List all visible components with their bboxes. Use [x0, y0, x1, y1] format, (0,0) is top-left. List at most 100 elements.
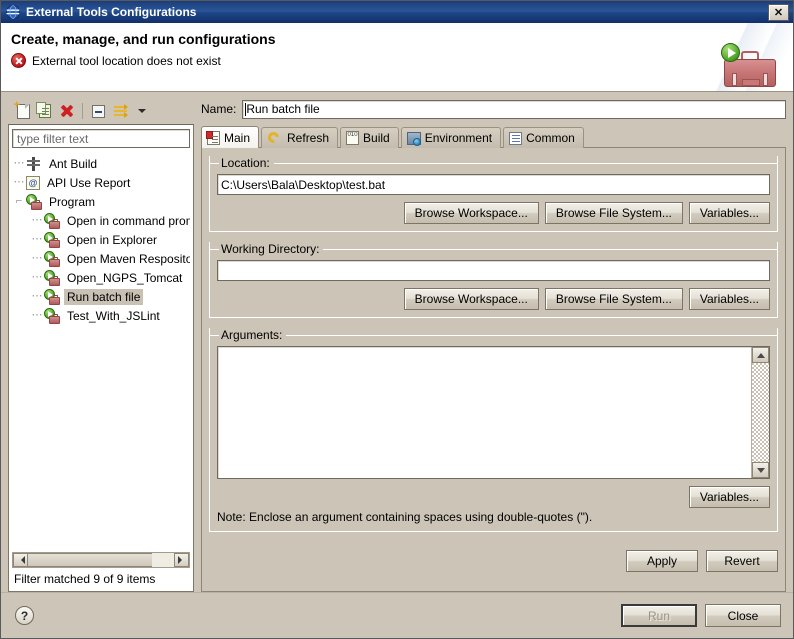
ant-build-icon — [26, 156, 42, 172]
program-launch-icon — [44, 212, 60, 229]
dialog-content: type filter text ⋯ Ant Build ⋯ @ API Use… — [1, 92, 793, 592]
tree-item-label: Open in Explorer — [67, 232, 158, 247]
chevron-down-icon[interactable] — [131, 100, 153, 122]
external-tools-toolbox-icon — [721, 43, 776, 87]
tab-common[interactable]: Common — [503, 127, 584, 148]
working-directory-input[interactable] — [217, 260, 770, 281]
tree-horizontal-scrollbar[interactable] — [12, 552, 190, 568]
filter-input[interactable]: type filter text — [12, 129, 190, 148]
tree-item-open-in-explorer[interactable]: ⋯ Open in Explorer — [12, 230, 190, 249]
tree-footer: Filter matched 9 of 9 items — [12, 550, 190, 588]
tree-item-label: Open Maven Respository — [67, 251, 190, 266]
dialog-footer: ? Run Close — [1, 592, 793, 638]
tab-bar: Main Refresh Build Environment Common — [201, 126, 786, 148]
arguments-note: Note: Enclose an argument containing spa… — [217, 510, 593, 524]
scroll-up-button[interactable] — [752, 347, 769, 363]
arguments-group: Arguments: Variables... Note: Enclose an… — [209, 328, 778, 532]
toolbox-body — [724, 59, 776, 87]
tree-connector: ⋯ — [31, 252, 43, 264]
tab-label: Main — [224, 130, 251, 145]
location-input[interactable]: C:\Users\Bala\Desktop\test.bat — [217, 174, 770, 195]
configurations-tree[interactable]: ⋯ Ant Build ⋯ @ API Use Report ⌐ Program — [12, 152, 190, 550]
filter-status-text: Filter matched 9 of 9 items — [14, 572, 156, 586]
common-tab-icon — [509, 131, 523, 145]
working-directory-variables-button[interactable]: Variables... — [688, 288, 770, 310]
filter-arrows-icon[interactable] — [109, 100, 131, 122]
program-launch-icon — [44, 307, 60, 324]
run-button[interactable]: Run — [621, 604, 697, 627]
arguments-variables-button[interactable]: Variables... — [688, 486, 770, 508]
page-title: Create, manage, and run configurations — [11, 31, 276, 47]
configurations-tree-container: type filter text ⋯ Ant Build ⋯ @ API Use… — [8, 124, 194, 592]
tab-label: Build — [363, 131, 390, 145]
build-tab-icon — [346, 131, 360, 145]
tree-connector: ⋯ — [31, 309, 43, 321]
arguments-group-title: Arguments: — [219, 328, 287, 342]
program-launch-icon — [44, 250, 60, 267]
revert-button[interactable]: Revert — [706, 550, 778, 572]
tab-refresh[interactable]: Refresh — [261, 127, 339, 148]
program-launch-icon — [44, 288, 60, 305]
copy-icon[interactable] — [34, 100, 56, 122]
window-title: External Tools Configurations — [26, 5, 197, 19]
validation-message-row: External tool location does not exist — [11, 53, 221, 68]
location-buttons: Browse Workspace... Browse File System..… — [217, 202, 770, 224]
apply-button[interactable]: Apply — [626, 550, 698, 572]
play-badge-icon — [721, 43, 740, 62]
tree-connector: ⋯ — [31, 271, 43, 283]
tree-item-run-batch-file[interactable]: ⋯ Run batch file — [12, 287, 190, 306]
tree-item-label: Run batch file — [64, 288, 144, 305]
location-group-title: Location: — [219, 156, 274, 170]
tab-build[interactable]: Build — [340, 127, 399, 148]
refresh-tab-icon — [267, 131, 283, 145]
tab-main[interactable]: Main — [201, 126, 260, 148]
working-directory-browse-workspace-button[interactable]: Browse Workspace... — [403, 288, 539, 310]
arguments-buttons: Variables... — [217, 486, 770, 508]
new-document-icon[interactable] — [12, 100, 34, 122]
main-tab-icon — [206, 130, 220, 145]
api-use-report-icon: @ — [26, 175, 40, 190]
working-directory-group: Working Directory: Browse Workspace... B… — [209, 242, 778, 318]
name-row: Name: Run batch file — [201, 98, 786, 120]
scroll-left-button[interactable] — [13, 553, 28, 567]
tree-connector: ⋯ — [13, 157, 25, 169]
toolbox-clasp — [742, 79, 760, 86]
tree-item-open-ngps-tomcat[interactable]: ⋯ Open_NGPS_Tomcat — [12, 268, 190, 287]
error-icon — [11, 53, 26, 68]
apply-revert-row: Apply Revert — [209, 542, 778, 578]
tree-item-label: Open_NGPS_Tomcat — [67, 270, 183, 285]
tab-environment[interactable]: Environment — [400, 127, 502, 148]
external-tools-configurations-dialog: External Tools Configurations ✕ Create, … — [0, 0, 794, 639]
tree-connector: ⋯ — [31, 290, 43, 302]
scroll-down-button[interactable] — [752, 462, 769, 478]
tree-item-ant-build[interactable]: ⋯ Ant Build — [12, 154, 190, 173]
tree-expander[interactable]: ⌐ — [12, 192, 26, 211]
environment-tab-icon — [406, 131, 421, 146]
location-browse-file-system-button[interactable]: Browse File System... — [544, 202, 683, 224]
location-browse-workspace-button[interactable]: Browse Workspace... — [403, 202, 539, 224]
scroll-right-button[interactable] — [174, 553, 189, 567]
working-directory-browse-file-system-button[interactable]: Browse File System... — [544, 288, 683, 310]
tab-label: Environment — [424, 131, 493, 145]
tree-item-open-maven-respository[interactable]: ⋯ Open Maven Respository — [12, 249, 190, 268]
arguments-textarea[interactable] — [217, 346, 770, 479]
tree-item-program[interactable]: ⌐ Program — [12, 192, 190, 211]
tree-connector: ⋯ — [13, 176, 25, 188]
collapse-all-icon[interactable] — [87, 100, 109, 122]
location-variables-button[interactable]: Variables... — [688, 202, 770, 224]
arguments-vertical-scrollbar[interactable] — [751, 347, 769, 478]
tree-item-label: API Use Report — [47, 175, 131, 190]
tree-item-label: Test_With_JSLint — [67, 308, 160, 323]
red-x-delete-icon[interactable] — [56, 100, 78, 122]
scrollbar-thumb[interactable] — [28, 553, 152, 567]
tree-item-open-in-command-prompt[interactable]: ⋯ Open in command prompt — [12, 211, 190, 230]
help-question-icon[interactable]: ? — [15, 606, 34, 625]
name-input[interactable]: Run batch file — [242, 99, 786, 119]
close-button[interactable]: Close — [705, 604, 781, 627]
tree-item-test-with-jslint[interactable]: ⋯ Test_With_JSLint — [12, 306, 190, 325]
tree-item-api-use-report[interactable]: ⋯ @ API Use Report — [12, 173, 190, 192]
close-window-button[interactable]: ✕ — [768, 3, 789, 21]
name-label: Name: — [201, 102, 237, 116]
tab-label: Refresh — [287, 131, 330, 145]
arguments-group-content: Variables... Note: Enclose an argument c… — [217, 342, 770, 524]
